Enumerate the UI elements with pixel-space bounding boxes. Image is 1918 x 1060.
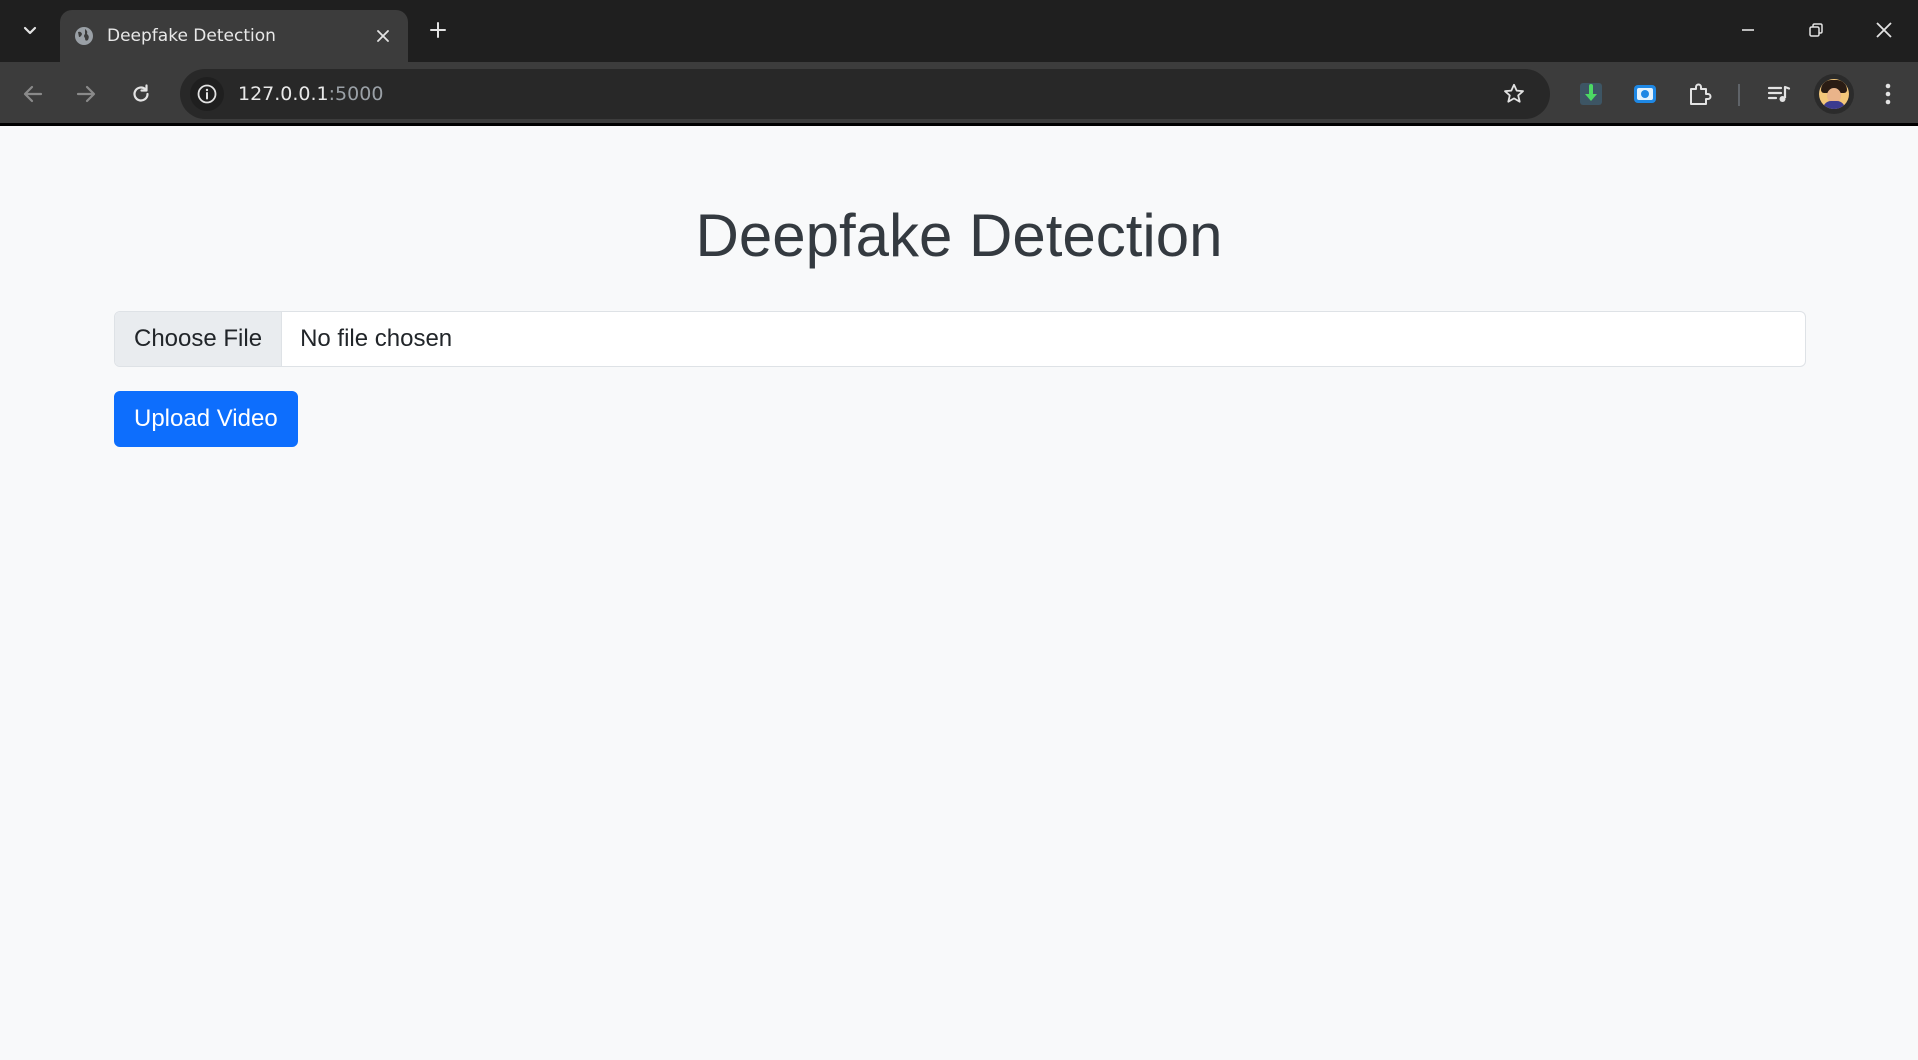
toolbar-separator: [1738, 84, 1740, 106]
url-text: 127.0.0.1:5000: [238, 83, 1494, 105]
new-tab-button[interactable]: [420, 12, 456, 48]
back-button[interactable]: [13, 74, 53, 114]
download-extension-button[interactable]: [1571, 74, 1611, 114]
choose-file-button[interactable]: Choose File: [115, 312, 283, 366]
minimize-icon: [1742, 29, 1754, 31]
back-icon: [23, 85, 43, 103]
close-icon: [377, 30, 389, 42]
browser-tab-strip: Deepfake Detection: [0, 0, 1918, 62]
profile-avatar[interactable]: [1814, 74, 1854, 114]
video-file-input[interactable]: Choose File No file chosen: [114, 311, 1806, 367]
bookmark-button[interactable]: [1494, 74, 1534, 114]
browser-menu-button[interactable]: [1868, 74, 1908, 114]
reload-button[interactable]: [121, 74, 161, 114]
close-window-button[interactable]: [1862, 8, 1906, 52]
page-content: Deepfake Detection Choose File No file c…: [0, 129, 1918, 1060]
site-info-button[interactable]: [190, 77, 224, 111]
active-tab[interactable]: Deepfake Detection: [60, 10, 408, 62]
minimize-button[interactable]: [1726, 8, 1770, 52]
download-extension-icon: [1580, 83, 1602, 105]
bookmark-star-icon: [1504, 83, 1524, 103]
tab-search-button[interactable]: [12, 12, 48, 48]
upload-video-button[interactable]: Upload Video: [114, 391, 298, 447]
forward-icon: [76, 85, 96, 103]
screenshot-extension-icon: [1634, 85, 1656, 103]
extensions-button[interactable]: [1679, 74, 1719, 114]
browser-toolbar: 127.0.0.1:5000: [0, 62, 1918, 126]
globe-icon: [73, 25, 95, 47]
tab-title: Deepfake Detection: [107, 26, 276, 46]
close-icon: [1876, 22, 1892, 38]
plus-icon: [430, 22, 446, 38]
address-bar[interactable]: 127.0.0.1:5000: [180, 69, 1550, 119]
page-title: Deepfake Detection: [695, 202, 1223, 269]
media-controls-button[interactable]: [1759, 74, 1799, 114]
chevron-down-icon: [23, 26, 37, 35]
screenshot-extension-button[interactable]: [1625, 74, 1665, 114]
url-host: 127.0.0.1: [238, 83, 329, 105]
tab-close-button[interactable]: [368, 21, 398, 51]
restore-button[interactable]: [1794, 8, 1838, 52]
media-controls-icon: [1767, 85, 1791, 102]
url-port: :5000: [328, 83, 384, 105]
forward-button[interactable]: [66, 74, 106, 114]
info-icon: [197, 84, 217, 104]
avatar-image: [1819, 79, 1849, 109]
extensions-puzzle-icon: [1690, 83, 1712, 105]
reload-icon: [133, 84, 149, 102]
file-status-text: No file chosen: [300, 325, 453, 352]
menu-icon: [1885, 83, 1891, 105]
restore-icon: [1809, 23, 1823, 37]
